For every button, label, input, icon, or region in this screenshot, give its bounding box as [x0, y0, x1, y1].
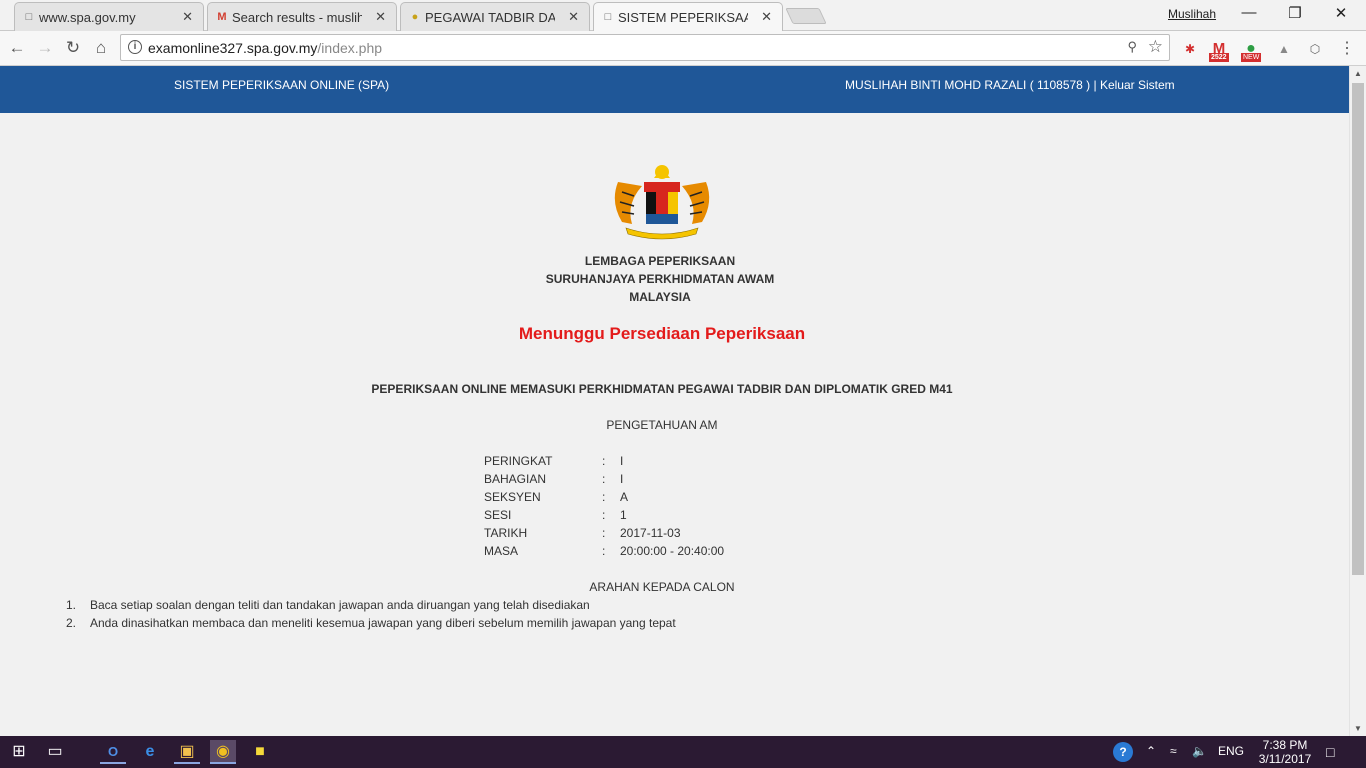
- extension-icon[interactable]: ✱: [1180, 39, 1200, 59]
- reload-icon[interactable]: ↻: [62, 37, 84, 59]
- pdf-extension-icon[interactable]: ▲: [1274, 39, 1294, 59]
- instructions-title: ARAHAN KEPADA CALON: [589, 580, 735, 594]
- malaysia-coat-of-arms: [614, 165, 710, 240]
- menu-icon[interactable]: ⋮: [1337, 39, 1357, 59]
- tab-sistem-peperiksaan[interactable]: □ SISTEM PEPERIKSAAN ONLINE ✕: [593, 2, 783, 32]
- key-icon[interactable]: ⚲: [1127, 39, 1137, 55]
- taskbar-clock[interactable]: 7:38 PM 3/11/2017: [1250, 738, 1320, 766]
- system-name: SISTEM PEPERIKSAAN ONLINE (SPA): [174, 78, 390, 92]
- back-icon[interactable]: ←: [6, 37, 28, 59]
- edge-icon[interactable]: e: [137, 740, 163, 764]
- site-info-icon[interactable]: i: [128, 40, 142, 54]
- page-icon: □: [604, 11, 612, 23]
- page-icon: □: [25, 11, 33, 23]
- tab-spa-home[interactable]: □ www.spa.gov.my ✕: [14, 2, 204, 31]
- restore-icon[interactable]: ❐: [1272, 4, 1318, 24]
- action-center-icon[interactable]: □: [1326, 744, 1334, 760]
- site-header: SISTEM PEPERIKSAAN ONLINE (SPA) MUSLIHAH…: [0, 66, 1349, 113]
- gmail-icon: M: [217, 11, 227, 23]
- tab-title: www.spa.gov.my: [39, 9, 136, 25]
- scrollbar-thumb[interactable]: [1352, 83, 1364, 575]
- wifi-icon[interactable]: ≈: [1170, 744, 1177, 758]
- show-hidden-icons-icon[interactable]: ⌃: [1146, 744, 1156, 758]
- volume-icon[interactable]: 🔈: [1192, 744, 1207, 758]
- forward-icon[interactable]: →: [34, 37, 56, 59]
- chrome-icon[interactable]: ◉: [210, 740, 236, 764]
- page-scrollbar[interactable]: ▲ ▼: [1349, 66, 1366, 736]
- user-logout-link[interactable]: MUSLIHAH BINTI MOHD RAZALI ( 1108578 ) |…: [845, 78, 1175, 92]
- tab-gmail-search[interactable]: M Search results - muslihah ✕: [207, 2, 397, 31]
- browser-toolbar: ← → ↻ ⌂ i examonline327.spa.gov.my/index…: [0, 31, 1366, 66]
- close-icon[interactable]: ✕: [761, 9, 772, 25]
- grammar-extension-icon[interactable]: ● NEW: [1241, 39, 1262, 62]
- bookmark-star-icon[interactable]: ☆: [1148, 37, 1163, 57]
- tab-title: SISTEM PEPERIKSAAN ONLINE: [618, 10, 748, 25]
- address-bar[interactable]: i examonline327.spa.gov.my/index.php ⚲ ☆: [120, 34, 1170, 61]
- task-view-icon[interactable]: ▭: [42, 740, 68, 764]
- gmail-checker-icon[interactable]: M 2522: [1209, 39, 1229, 62]
- org-line-3: MALAYSIA: [629, 290, 691, 304]
- scroll-down-icon[interactable]: ▼: [1354, 724, 1362, 733]
- close-icon[interactable]: ✕: [568, 9, 579, 25]
- scroll-up-icon[interactable]: ▲: [1354, 69, 1362, 78]
- settings-extension-icon[interactable]: ⬡: [1305, 39, 1325, 59]
- windows-start-icon[interactable]: ⊞: [6, 740, 32, 764]
- sticky-notes-icon[interactable]: ■: [247, 740, 273, 764]
- profile-button[interactable]: Muslihah: [1168, 7, 1216, 21]
- close-icon[interactable]: ✕: [375, 9, 386, 25]
- tab-title: PEGAWAI TADBIR DAN DIPLOMATIK: [425, 9, 555, 25]
- minimize-icon[interactable]: —: [1226, 4, 1272, 24]
- org-line-2: SURUHANJAYA PERKHIDMATAN AWAM: [545, 272, 775, 286]
- close-icon[interactable]: ✕: [182, 9, 193, 25]
- tab-title: Search results - muslihah: [232, 9, 362, 25]
- new-tab-button[interactable]: [785, 8, 827, 24]
- exam-status-heading: Menunggu Persediaan Peperiksaan: [518, 324, 806, 343]
- help-icon[interactable]: ?: [1113, 742, 1133, 762]
- url-text[interactable]: examonline327.spa.gov.my/index.php: [148, 40, 382, 56]
- exam-subject: PENGETAHUAN AM: [606, 418, 718, 432]
- tab-pegawai-tadbir[interactable]: ● PEGAWAI TADBIR DAN DIPLOMATIK ✕: [400, 2, 590, 31]
- crest-icon: ●: [411, 11, 419, 23]
- clock-date: 3/11/2017: [1258, 752, 1312, 766]
- input-language[interactable]: ENG: [1218, 744, 1244, 758]
- windows-taskbar: ⊞ ▭ O e ▣ ◉ ■ ? ⌃ ≈ 🔈 ENG 7:38 PM 3/11/2…: [0, 736, 1366, 768]
- file-explorer-icon[interactable]: ▣: [174, 740, 200, 764]
- exam-title: PEPERIKSAAN ONLINE MEMASUKI PERKHIDMATAN…: [371, 382, 953, 396]
- outlook-icon[interactable]: O: [100, 740, 126, 764]
- browser-tabstrip: □ www.spa.gov.my ✕ M Search results - mu…: [0, 0, 1366, 32]
- org-line-1: LEMBAGA PEPERIKSAAN: [584, 254, 736, 268]
- home-icon[interactable]: ⌂: [90, 37, 112, 59]
- window-close-icon[interactable]: ✕: [1318, 4, 1364, 24]
- clock-time: 7:38 PM: [1262, 738, 1308, 752]
- page-content: SISTEM PEPERIKSAAN ONLINE (SPA) MUSLIHAH…: [0, 66, 1349, 736]
